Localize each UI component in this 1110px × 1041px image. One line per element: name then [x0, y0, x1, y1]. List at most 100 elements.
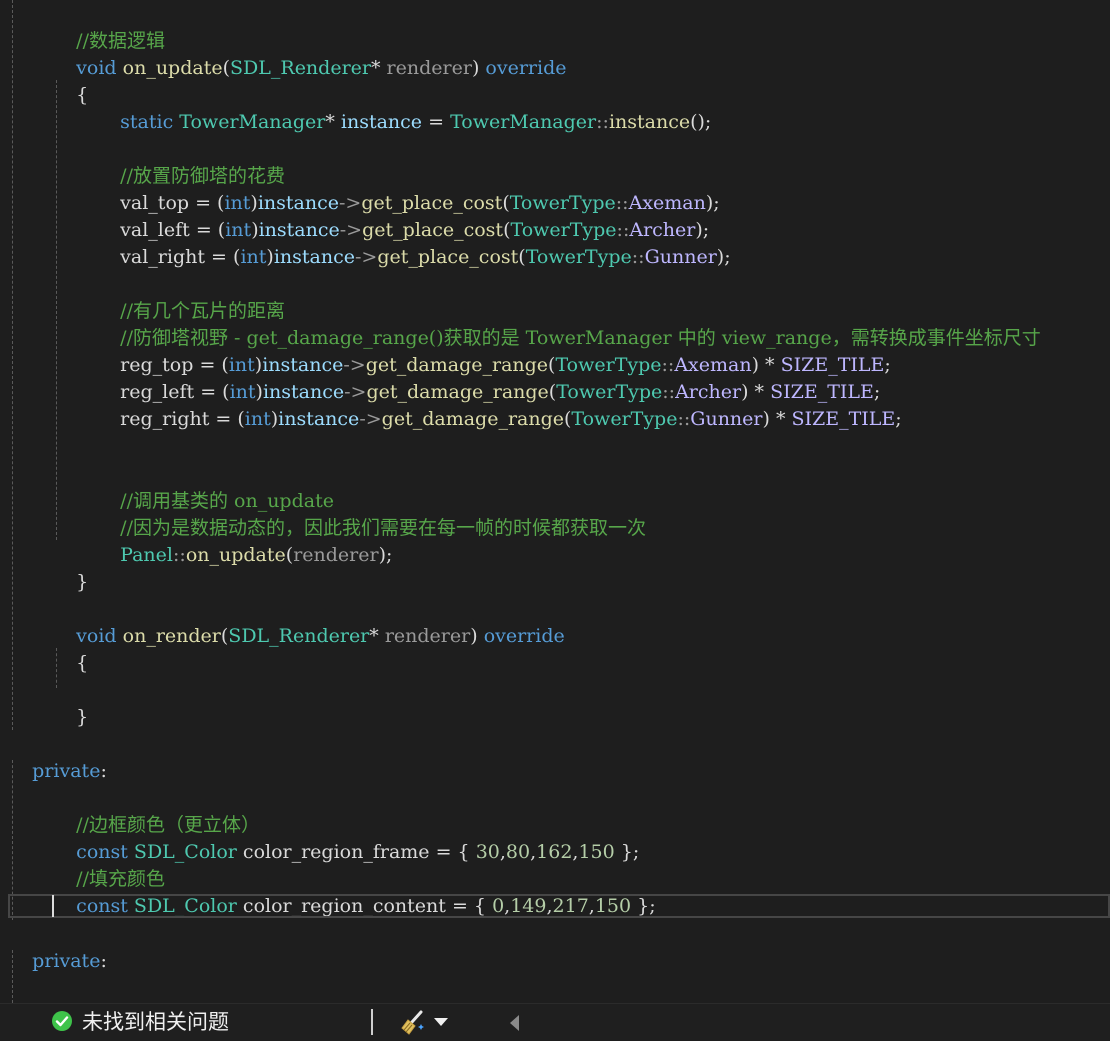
- number-literal: 30: [475, 841, 500, 863]
- type-name: SDL_Renderer: [230, 57, 371, 79]
- indent-guide: [12, 0, 13, 730]
- operator: *: [769, 408, 792, 430]
- punctuation: ;: [895, 408, 902, 430]
- code-line[interactable]: const SDL_Color color_region_content = {…: [52, 866, 655, 917]
- brace: }: [76, 571, 89, 593]
- code-line[interactable]: //因为是数据动态的，因此我们需要在每一帧的时候都获取一次: [96, 488, 646, 539]
- variable: val_right: [120, 246, 206, 268]
- keyword: override: [483, 625, 565, 647]
- type-name: TowerType: [525, 246, 632, 268]
- function-name: instance: [608, 111, 691, 133]
- function-name: on_render: [122, 625, 221, 647]
- separator: [371, 1009, 373, 1035]
- type-name: Panel: [120, 544, 173, 566]
- operator: =: [429, 841, 458, 863]
- punctuation: :: [100, 950, 107, 972]
- variable: instance: [273, 246, 355, 268]
- scope-operator: ::: [596, 111, 609, 133]
- chevron-down-icon[interactable]: [434, 1018, 448, 1026]
- enum-member: Gunner: [690, 408, 763, 430]
- punctuation: ): [470, 625, 478, 647]
- number-literal: 80: [505, 841, 531, 863]
- current-line-highlight: [8, 894, 1110, 918]
- punctuation: *: [371, 57, 381, 79]
- function-name: on_update: [122, 57, 223, 79]
- variable: instance: [278, 408, 360, 430]
- type-name: TowerManager: [450, 111, 597, 133]
- access-specifier: private: [32, 760, 101, 782]
- code-line[interactable]: //有几个瓦片的距离: [96, 271, 285, 322]
- code-line[interactable]: reg_top = (int)instance->get_damage_rang…: [96, 325, 891, 376]
- code-line[interactable]: //防御塔视野 - get_damage_range()获取的是 TowerMa…: [96, 298, 1041, 349]
- scope-operator: ::: [173, 544, 186, 566]
- scroll-left-icon[interactable]: [510, 1015, 519, 1031]
- code-line[interactable]: {: [52, 623, 88, 674]
- code-line[interactable]: //边框颜色（更立体）: [52, 785, 260, 836]
- code-line[interactable]: val_right = (int)instance->get_place_cos…: [96, 217, 730, 268]
- keyword: static: [120, 111, 174, 133]
- code-line[interactable]: private:: [8, 921, 107, 972]
- operator: =: [422, 111, 451, 133]
- punctuation: {: [457, 841, 476, 863]
- variable: color_region_frame: [242, 841, 430, 863]
- punctuation: *: [369, 625, 379, 647]
- function-name: get_damage_range: [381, 408, 564, 430]
- broom-icon[interactable]: [399, 1010, 429, 1036]
- parameter: renderer: [384, 625, 471, 647]
- number-literal: 162: [536, 841, 573, 863]
- code-line[interactable]: reg_left = (int)instance->get_damage_ran…: [96, 352, 880, 403]
- punctuation: );: [716, 246, 731, 268]
- punctuation: );: [378, 544, 393, 566]
- punctuation: ();: [690, 111, 712, 133]
- code-line[interactable]: void on_render(SDL_Renderer* renderer) o…: [52, 596, 565, 647]
- code-line[interactable]: const SDL_Color color_region_frame = { 3…: [52, 812, 639, 863]
- issues-status-text[interactable]: 未找到相关问题: [82, 1010, 229, 1036]
- code-line[interactable]: private:: [8, 731, 107, 782]
- variable: instance: [340, 111, 423, 133]
- parameter: renderer: [386, 57, 472, 79]
- keyword: int: [244, 408, 271, 430]
- arrow-operator: ->: [354, 246, 378, 268]
- punctuation: };: [614, 841, 640, 863]
- number-literal: 150: [578, 841, 615, 863]
- status-bar: 未找到相关问题: [0, 1003, 1110, 1040]
- access-specifier: private: [32, 950, 101, 972]
- check-circle-icon[interactable]: [52, 1011, 72, 1031]
- code-line[interactable]: int reg_top = 0, reg_left = 0, reg_right…: [52, 975, 495, 1002]
- code-line[interactable]: Panel::on_update(renderer);: [96, 515, 392, 566]
- code-line[interactable]: {: [52, 55, 88, 106]
- code-line[interactable]: //放置防御塔的花费: [96, 136, 285, 187]
- code-line[interactable]: val_left = (int)instance->get_place_cost…: [96, 190, 709, 241]
- indent-guide: [56, 80, 57, 540]
- punctuation: ): [471, 57, 480, 79]
- brace: {: [76, 652, 89, 674]
- code-line[interactable]: reg_right = (int)instance->get_damage_ra…: [96, 379, 902, 430]
- code-line[interactable]: //调用基类的 on_update: [96, 461, 334, 512]
- punctuation: (: [222, 57, 231, 79]
- code-editor[interactable]: //数据逻辑 void on_update(SDL_Renderer* rend…: [0, 0, 1110, 1003]
- arrow-operator: ->: [359, 408, 382, 430]
- code-line[interactable]: //数据逻辑: [52, 1, 165, 52]
- type-name: SDL_Renderer: [228, 625, 370, 647]
- macro: SIZE_TILE: [791, 408, 896, 430]
- enum-member: Gunner: [644, 246, 717, 268]
- type-name: TowerManager: [179, 111, 326, 133]
- function-name: on_update: [185, 544, 286, 566]
- brace: }: [76, 706, 89, 728]
- keyword: override: [485, 57, 567, 79]
- text-caret: [52, 895, 54, 917]
- parameter: renderer: [293, 544, 379, 566]
- code-line[interactable]: }: [52, 677, 88, 728]
- code-line[interactable]: static TowerManager* instance = TowerMan…: [96, 82, 711, 133]
- type-name: TowerType: [571, 408, 678, 430]
- code-line[interactable]: void on_update(SDL_Renderer* renderer) o…: [52, 28, 566, 79]
- function-name: get_place_cost: [377, 246, 519, 268]
- keyword: int: [240, 246, 267, 268]
- code-line[interactable]: val_top = (int)instance->get_place_cost(…: [96, 163, 720, 214]
- variable: reg_right: [120, 408, 210, 430]
- brace: {: [76, 84, 89, 106]
- punctuation: :: [100, 760, 107, 782]
- code-line[interactable]: //填充颜色: [52, 839, 165, 890]
- code-line[interactable]: }: [52, 542, 88, 593]
- punctuation: ;: [884, 354, 891, 376]
